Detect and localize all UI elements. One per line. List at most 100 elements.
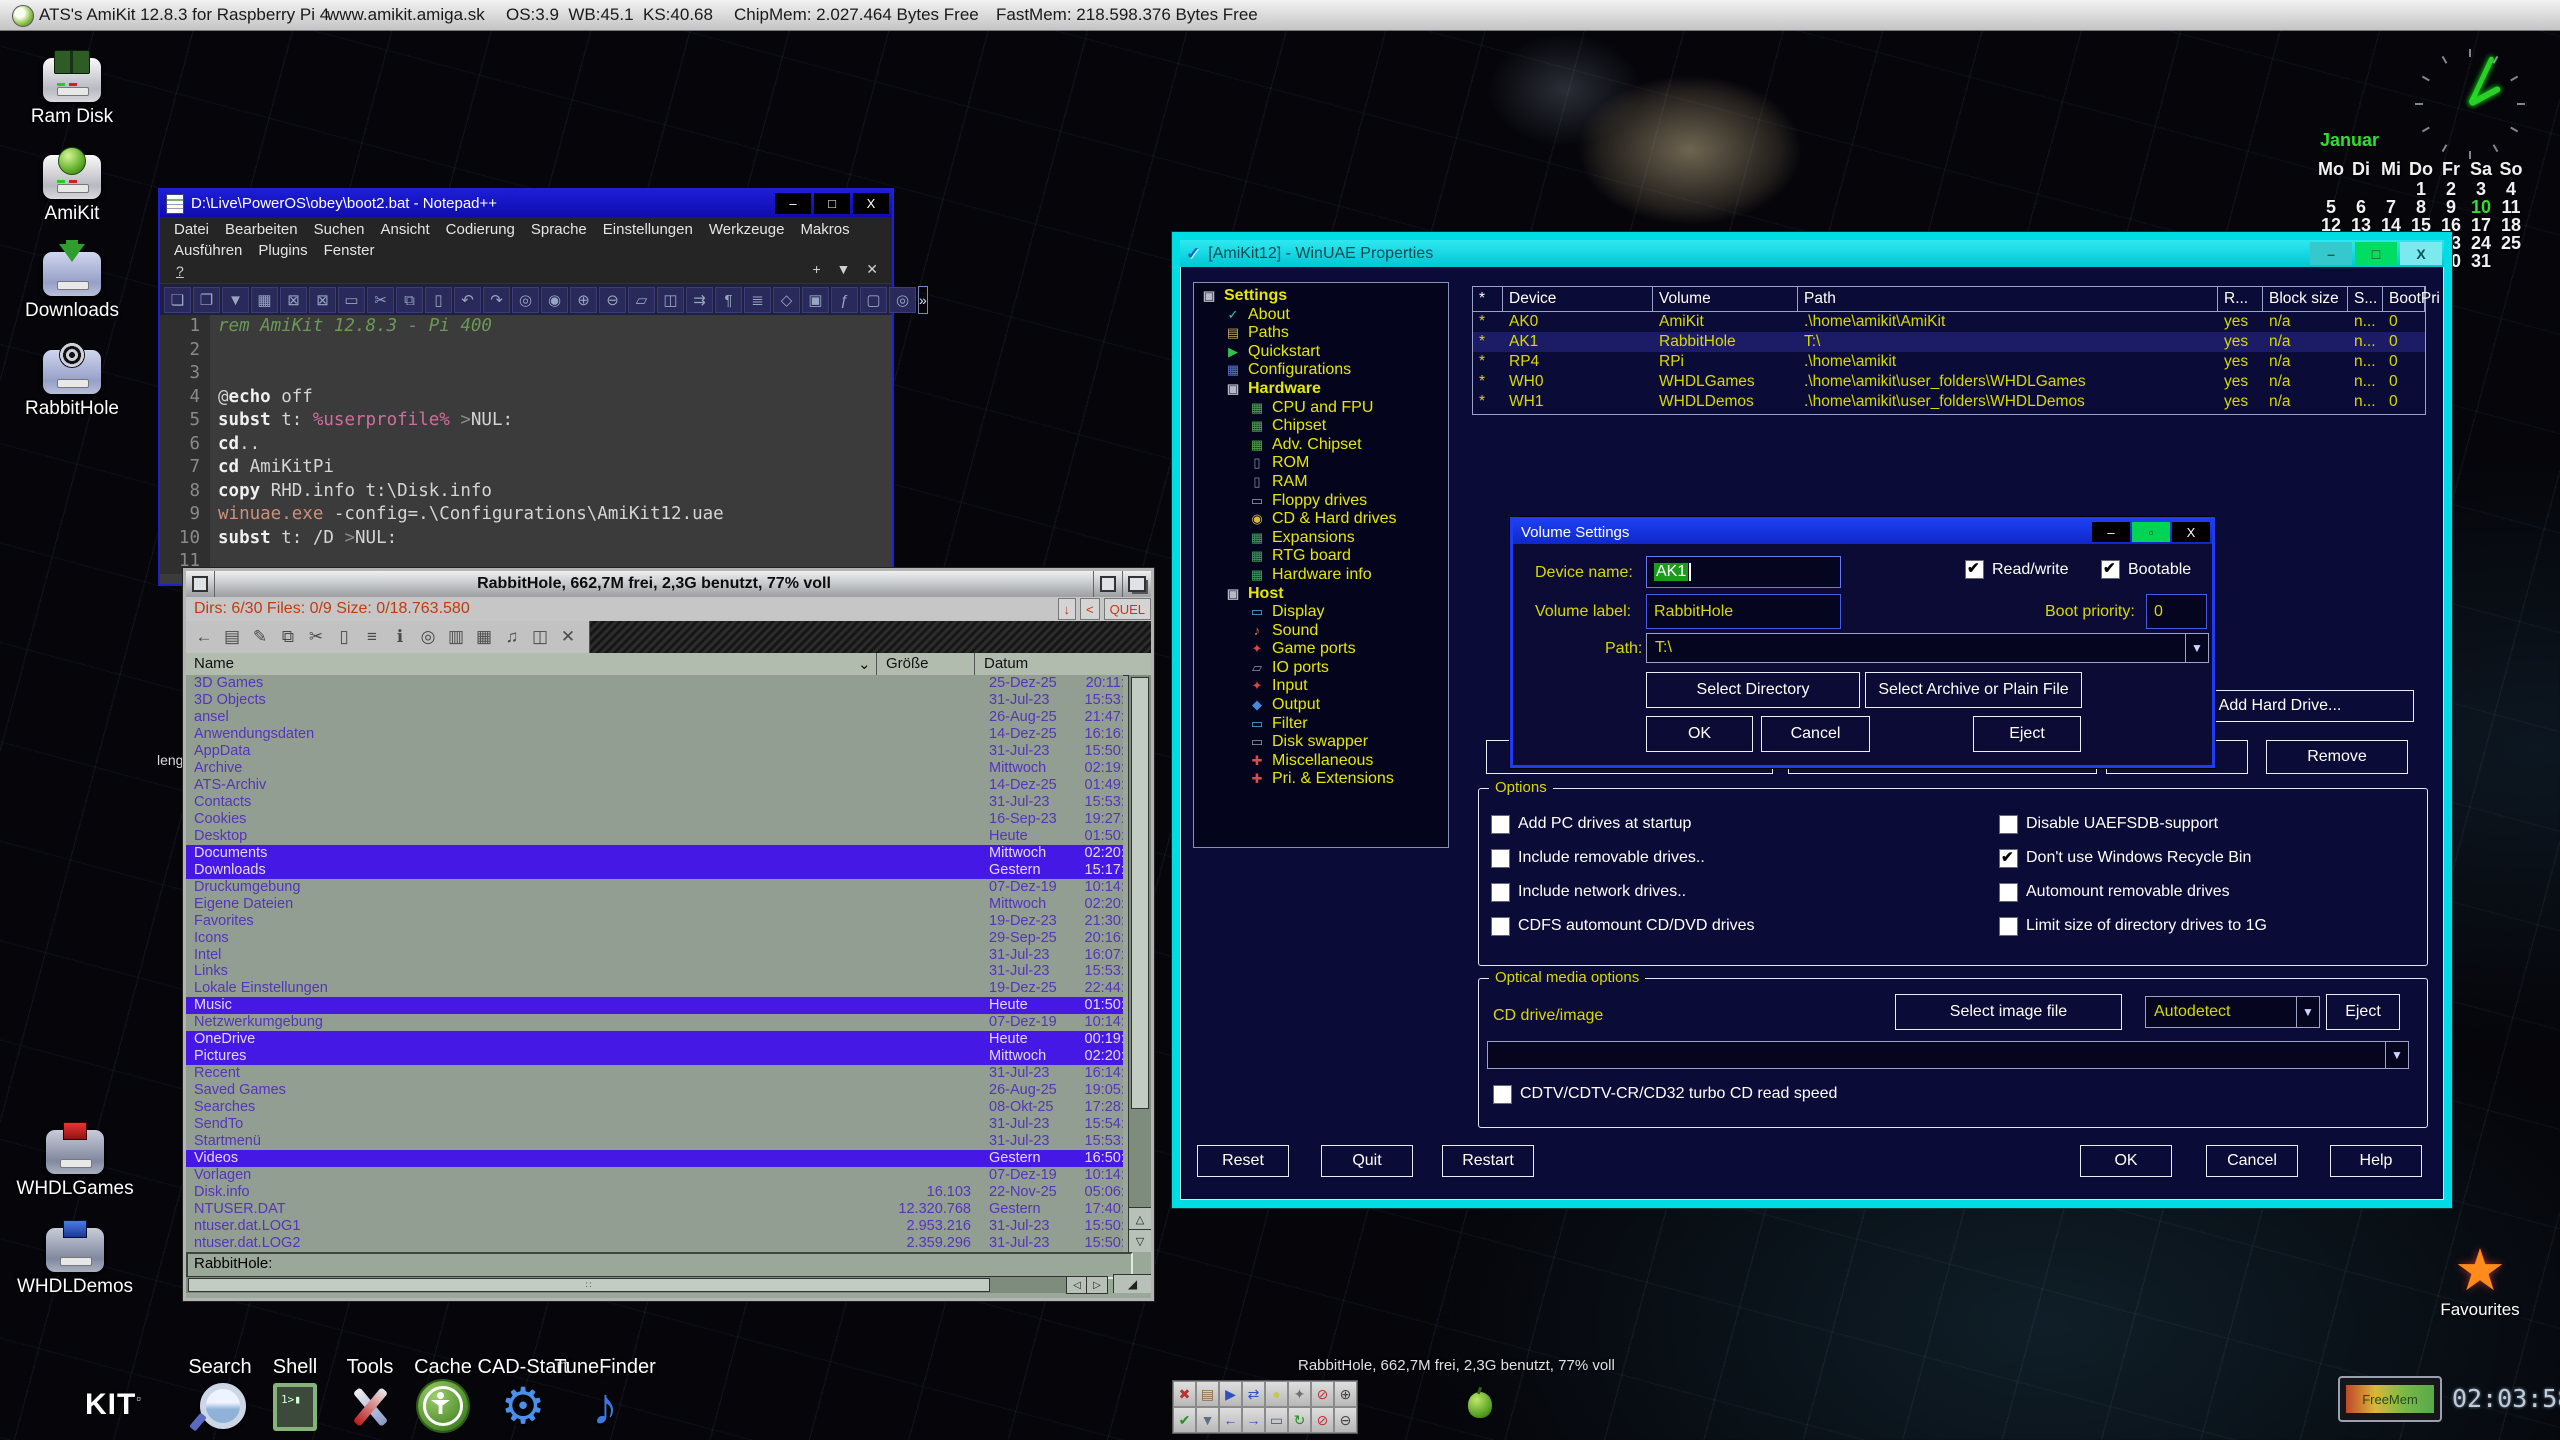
tree-item-expansions[interactable]: ▦Expansions — [1194, 529, 1448, 548]
scroll-down-icon[interactable]: ▽ — [1129, 1229, 1151, 1252]
file-row-netzwerkumgebung[interactable]: Netzwerkumgebung07-Dez-1910:14:52 — [186, 1014, 1123, 1031]
disable-icon[interactable]: ⊘ — [1311, 1381, 1334, 1407]
zoom-in-icon[interactable]: ⊕ — [570, 287, 597, 313]
ok-button[interactable]: OK — [2080, 1145, 2172, 1177]
doc-list-icon[interactable]: ▼ — [831, 261, 857, 277]
maximize-button[interactable]: ▫ — [2132, 522, 2170, 542]
cancel-button[interactable]: Cancel — [1761, 716, 1870, 752]
window-close-gadget[interactable] — [186, 571, 215, 597]
checkbox-cdfs-automount-cd-dvd-drives[interactable]: CDFS automount CD/DVD drives — [1491, 909, 1755, 943]
columns-icon[interactable]: ◫ — [528, 625, 552, 649]
list-icon[interactable]: ≡ — [360, 625, 384, 649]
path-field[interactable]: RabbitHole: — [186, 1252, 1133, 1279]
tree-item-output[interactable]: ◆Output — [1194, 696, 1448, 715]
device-row-ak0[interactable]: *AK0AmiKit.\home\amikit\AmiKityesn/an...… — [1473, 312, 2425, 332]
view-list-icon[interactable]: ▥ — [444, 625, 468, 649]
column-date[interactable]: Datum — [984, 655, 1028, 672]
tree-item-host[interactable]: ▣Host — [1194, 585, 1448, 604]
step-icon[interactable]: ⇄ — [1242, 1381, 1265, 1407]
minimize-button[interactable]: – — [775, 193, 811, 214]
tree-item-quickstart[interactable]: ▶Quickstart — [1194, 343, 1448, 362]
menu-sprache[interactable]: Sprache — [523, 219, 595, 240]
function-list-icon[interactable]: ƒ — [831, 287, 858, 313]
vertical-scrollbar[interactable]: △ ▽ — [1128, 675, 1151, 1252]
tree-item-hardware[interactable]: ▣Hardware — [1194, 380, 1448, 399]
close-button[interactable]: X — [2400, 242, 2442, 265]
dialog-titlebar[interactable]: Volume Settings – ▫ X — [1513, 520, 2212, 544]
tree-item-rtg-board[interactable]: ▦RTG board — [1194, 547, 1448, 566]
file-row-startmen[interactable]: Startmenü31-Jul-2315:53:52 — [186, 1133, 1123, 1150]
col-device[interactable]: Device — [1503, 287, 1653, 311]
tree-item-rom[interactable]: ▯ROM — [1194, 454, 1448, 473]
undo-icon[interactable]: ↶ — [454, 287, 481, 313]
file-row-searches[interactable]: Searches08-Okt-2517:28:57 — [186, 1099, 1123, 1116]
ok-button[interactable]: OK — [1646, 716, 1753, 752]
select-archive-button[interactable]: Select Archive or Plain File — [1865, 672, 2082, 708]
file-row-downloads[interactable]: DownloadsGestern15:17:53 — [186, 862, 1123, 879]
file-row-ntuser-dat-log1[interactable]: ntuser.dat.LOG12.953.21631-Jul-2315:50:5… — [186, 1218, 1123, 1235]
column-size[interactable]: Größe — [886, 655, 929, 672]
cancel-button[interactable]: Cancel — [2206, 1145, 2298, 1177]
checkbox-automount-removable-drives[interactable]: Automount removable drives — [1999, 875, 2267, 909]
open-file-icon[interactable]: ❐ — [193, 287, 220, 313]
tree-item-chipset[interactable]: ▦Chipset — [1194, 417, 1448, 436]
file-row-anwendungsdaten[interactable]: Anwendungsdaten14-Dez-2516:16:03 — [186, 726, 1123, 743]
tree-item-display[interactable]: ▭Display — [1194, 603, 1448, 622]
desktop-icon-amikit[interactable]: AmiKit — [12, 155, 132, 225]
checkbox-add-pc-drives-at-startup[interactable]: Add PC drives at startup — [1491, 807, 1755, 841]
file-row-vorlagen[interactable]: Vorlagen07-Dez-1910:14:52 — [186, 1167, 1123, 1184]
readwrite-checkbox[interactable] — [1965, 560, 1984, 579]
checkbox-limit-size-of-directory-drives-to-1g[interactable]: Limit size of directory drives to 1G — [1999, 909, 2267, 943]
file-row-desktop[interactable]: DesktopHeute01:50:08 — [186, 828, 1123, 845]
file-row-sendto[interactable]: SendTo31-Jul-2315:54:59 — [186, 1116, 1123, 1133]
view-icons-icon[interactable]: ▦ — [472, 625, 496, 649]
scroll-right-icon[interactable]: ▷ — [1086, 1276, 1108, 1294]
tree-item-io-ports[interactable]: ▱IO ports — [1194, 659, 1448, 678]
file-row-ats-archiv[interactable]: ATS-Archiv14-Dez-2501:49:10 — [186, 777, 1123, 794]
window-zoom-gadget[interactable] — [1093, 571, 1122, 597]
file-row-ntuser-dat[interactable]: NTUSER.DAT12.320.768Gestern17:40:09 — [186, 1201, 1123, 1218]
close-all-icon[interactable]: ⊠ — [309, 287, 336, 313]
remove-button[interactable]: Remove — [2266, 740, 2408, 774]
menu-fenster[interactable]: Fenster — [316, 240, 383, 261]
cut-icon[interactable]: ✂ — [367, 287, 394, 313]
redo-icon[interactable]: ↷ — [483, 287, 510, 313]
paste-icon[interactable]: ▯ — [332, 625, 356, 649]
copy-icon[interactable]: ⧉ — [396, 287, 423, 313]
tree-item-settings[interactable]: ▣Settings — [1194, 287, 1448, 306]
close-button[interactable]: X — [2172, 522, 2210, 542]
minimize-button[interactable]: – — [2092, 522, 2130, 542]
boot-priority-input[interactable]: 0 — [2146, 594, 2207, 629]
back-icon[interactable]: ← — [192, 625, 216, 649]
close-icon[interactable]: ⊠ — [280, 287, 307, 313]
close-button[interactable]: X — [853, 193, 889, 214]
close-doc-icon[interactable]: ✕ — [860, 261, 884, 277]
save-all-icon[interactable]: ▦ — [251, 287, 278, 313]
file-row-recent[interactable]: Recent31-Jul-2316:14:19 — [186, 1065, 1123, 1082]
new-file-icon[interactable]: ❏ — [164, 287, 191, 313]
search-icon[interactable]: ◎ — [416, 625, 440, 649]
tree-item-hardware-info[interactable]: ▦Hardware info — [1194, 566, 1448, 585]
menu-plugins[interactable]: Plugins — [250, 240, 315, 261]
file-row-videos[interactable]: VideosGestern16:50:38 — [186, 1150, 1123, 1167]
window-depth-gadget[interactable] — [1122, 571, 1151, 597]
indent-icon[interactable]: ≣ — [744, 287, 771, 313]
device-row-wh0[interactable]: *WH0WHDLGames.\home\amikit\user_folders\… — [1473, 372, 2425, 392]
cut-icon[interactable]: ✂ — [304, 625, 328, 649]
bulb-icon[interactable]: ● — [1265, 1381, 1288, 1407]
col-path[interactable]: Path — [1798, 287, 2218, 311]
notepad-editor[interactable]: 1rem AmiKit 12.8.3 - Pi 400234@echo off5… — [160, 315, 892, 584]
select-image-file-button[interactable]: Select image file — [1895, 994, 2122, 1030]
file-row-3d-objects[interactable]: 3D Objects31-Jul-2315:53:52 — [186, 692, 1123, 709]
menu-ansicht[interactable]: Ansicht — [372, 219, 437, 240]
reset-button[interactable]: Reset — [1197, 1145, 1289, 1177]
paste-icon[interactable]: ▯ — [425, 287, 452, 313]
col-[interactable]: * — [1473, 287, 1503, 311]
tree-item-ram[interactable]: ▯RAM — [1194, 473, 1448, 492]
scroll-left-icon[interactable]: ◁ — [1066, 1276, 1088, 1294]
file-row-music[interactable]: MusicHeute01:50:08 — [186, 997, 1123, 1014]
doc-map-icon[interactable]: ▣ — [802, 287, 829, 313]
desktop-icon-whdldemos[interactable]: WHDLDemos — [15, 1228, 135, 1298]
column-name[interactable]: Name — [194, 655, 234, 672]
file-row-appdata[interactable]: AppData31-Jul-2315:50:58 — [186, 743, 1123, 760]
